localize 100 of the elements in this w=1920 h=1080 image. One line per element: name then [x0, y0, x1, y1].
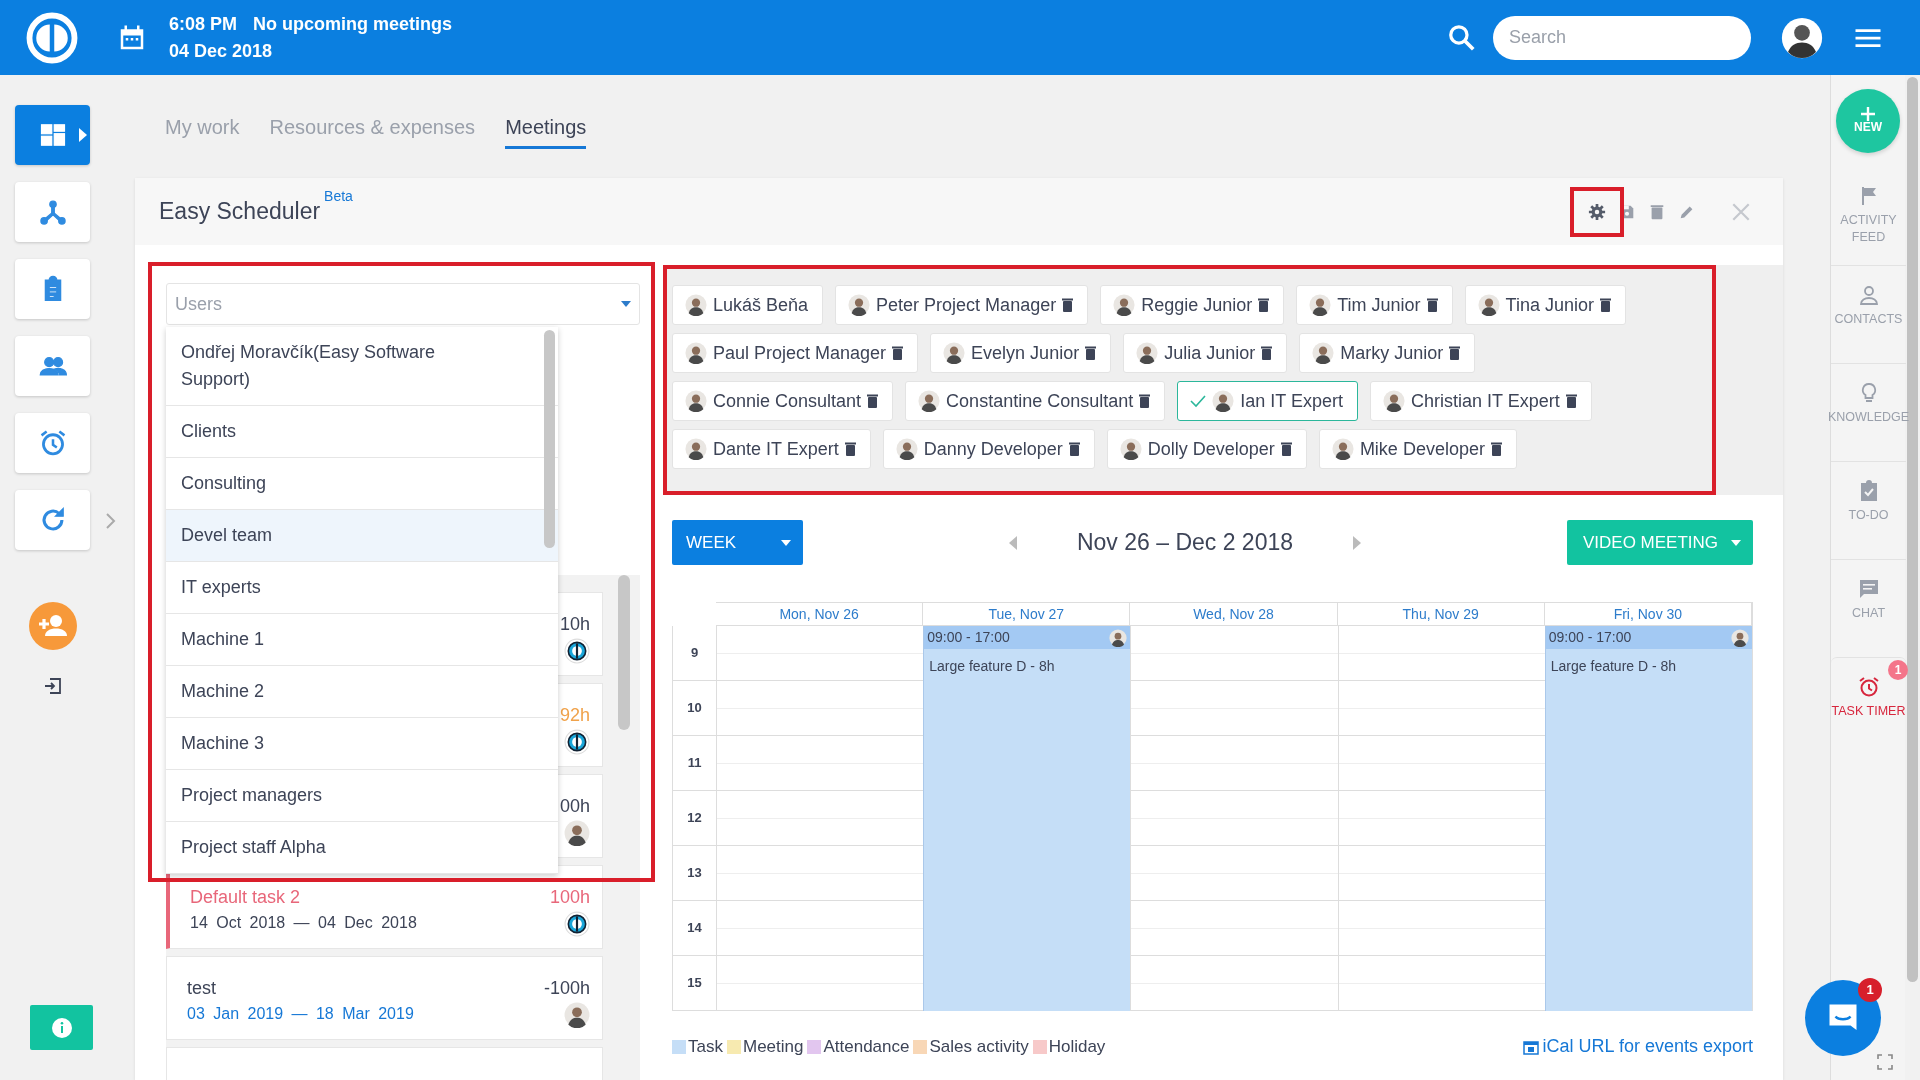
task-card[interactable]: test 03 Jan 2019 — 18 Mar 2019 -100h: [166, 956, 603, 1040]
dropdown-option[interactable]: Devel team: [166, 510, 558, 562]
dropdown-option[interactable]: IT experts: [166, 562, 558, 614]
user-name: Danny Developer: [923, 437, 1063, 461]
chat-icon: [1857, 578, 1880, 600]
calendar-event[interactable]: 09:00 - 17:00 Large feature D - 8h: [1544, 626, 1752, 1011]
avatar-icon: [685, 390, 707, 412]
user-chip[interactable]: Mike Developer: [1318, 429, 1517, 469]
info-button[interactable]: [30, 1005, 93, 1050]
user-chip[interactable]: Connie Consultant: [672, 381, 894, 421]
trash-icon[interactable]: [1261, 346, 1273, 360]
user-chip[interactable]: Peter Project Manager: [835, 285, 1089, 325]
trash-icon[interactable]: [1600, 298, 1611, 312]
user-chip[interactable]: Dante IT Expert: [672, 429, 871, 469]
avatar-icon: [895, 438, 918, 460]
user-chip[interactable]: Ian IT Expert: [1177, 381, 1358, 421]
avatar-icon: [918, 390, 941, 412]
delete-icon: [1648, 202, 1666, 221]
scrollbar-thumb[interactable]: [544, 330, 555, 548]
chevron-icon[interactable]: [105, 512, 117, 530]
trash-icon[interactable]: [1490, 442, 1502, 456]
avatar-icon: [1109, 628, 1128, 647]
dropdown-option[interactable]: Project staff Alpha: [166, 822, 558, 874]
user-name: Evelyn Junior: [971, 341, 1080, 365]
dropdown-option[interactable]: Ondřej Moravčík(Easy Software Support): [166, 327, 558, 406]
user-chip[interactable]: Lukáš Beňa: [672, 285, 824, 325]
nav-button[interactable]: [15, 413, 90, 473]
user-name: Marky Junior: [1340, 341, 1444, 365]
dropdown-option[interactable]: Machine 3: [166, 718, 558, 770]
user-chip[interactable]: Danny Developer: [882, 429, 1095, 469]
trash-icon[interactable]: [1068, 442, 1080, 456]
user-chip[interactable]: Christian IT Expert: [1369, 381, 1592, 421]
day-header: Thu, Nov 29: [1337, 602, 1545, 626]
user-chip[interactable]: Julia Junior: [1123, 333, 1288, 373]
tab[interactable]: Meetings: [505, 108, 587, 149]
nav-button[interactable]: [15, 490, 90, 550]
user-chip[interactable]: Evelyn Junior: [930, 333, 1112, 373]
day-header: Mon, Nov 26: [716, 602, 924, 626]
caret-icon: [781, 539, 791, 546]
select-placeholder: Users: [175, 292, 222, 316]
nav-button[interactable]: [15, 336, 90, 396]
trash-icon[interactable]: [1280, 442, 1292, 456]
dropdown-option[interactable]: Project managers: [166, 770, 558, 822]
dropdown-option[interactable]: Consulting: [166, 458, 558, 510]
user-chip[interactable]: Dolly Developer: [1106, 429, 1307, 469]
nav-button[interactable]: [15, 182, 90, 242]
user-name: Tim Junior: [1337, 293, 1421, 317]
legend-label: Holiday: [1048, 1035, 1106, 1058]
fullscreen-icon[interactable]: [1877, 1054, 1893, 1070]
avatar-icon: [1113, 294, 1136, 316]
logo-icon: [564, 638, 590, 664]
exit-icon[interactable]: [43, 676, 63, 696]
user-name: Mike Developer: [1359, 437, 1485, 461]
calendar-event[interactable]: 09:00 - 17:00 Large feature D - 8h: [923, 626, 1131, 1011]
trash-icon[interactable]: [892, 346, 904, 360]
task-hours: -100h: [543, 977, 590, 1000]
user-chip[interactable]: Paul Project Manager: [672, 333, 919, 373]
user-chip[interactable]: Reggie Junior: [1100, 285, 1285, 325]
avatar-icon[interactable]: [1781, 16, 1823, 59]
caret-icon: [79, 128, 87, 142]
trash-icon[interactable]: [1258, 298, 1270, 312]
trash-icon[interactable]: [1062, 298, 1074, 312]
scrollbar-thumb[interactable]: [618, 575, 630, 730]
date-range: Nov 26 – Dec 2 2018: [1076, 528, 1294, 558]
user-chip[interactable]: Tina Junior: [1464, 285, 1626, 325]
avatar-icon: [685, 438, 707, 460]
trash-icon[interactable]: [1565, 394, 1577, 408]
avatar-icon: [1136, 342, 1159, 364]
user-chip[interactable]: Tim Junior: [1296, 285, 1453, 325]
search-field[interactable]: Search: [1493, 15, 1751, 60]
add-user-icon[interactable]: [29, 602, 77, 650]
avatar-icon: [1731, 628, 1749, 647]
trash-icon[interactable]: [844, 442, 856, 456]
user-chip[interactable]: Constantine Consultant: [905, 381, 1166, 421]
avatar-icon: [564, 1002, 590, 1028]
ical-link[interactable]: iCal URL for events export: [1522, 1033, 1753, 1060]
legend-label: Meeting: [742, 1035, 804, 1058]
nav-button[interactable]: [15, 259, 90, 319]
scrollbar-thumb[interactable]: [1907, 77, 1918, 982]
logo-icon: [564, 911, 590, 937]
trash-icon[interactable]: [1085, 346, 1097, 360]
event-time: 09:00 - 17:00: [1548, 628, 1632, 647]
trash-icon[interactable]: [1139, 394, 1151, 408]
trash-icon[interactable]: [1449, 346, 1461, 360]
trash-icon[interactable]: [1426, 298, 1438, 312]
user-name: Ian IT Expert: [1240, 389, 1343, 413]
dropdown-option[interactable]: Machine 2: [166, 666, 558, 718]
search-icon[interactable]: [1447, 22, 1477, 53]
trash-icon[interactable]: [867, 394, 879, 408]
avatar-icon: [943, 342, 966, 364]
person-icon: [1857, 284, 1880, 306]
view-dropdown-button[interactable]: WEEK: [672, 520, 803, 565]
dropdown-option[interactable]: Clients: [166, 406, 558, 458]
avatar-icon: [1382, 390, 1405, 412]
task-hours: 10h: [559, 613, 590, 636]
notification-badge: 1: [1888, 660, 1908, 680]
user-chip[interactable]: Marky Junior: [1299, 333, 1476, 373]
nav-button[interactable]: [15, 105, 90, 165]
event-title: Large feature D - 8h: [1549, 657, 1678, 676]
dropdown-option[interactable]: Machine 1: [166, 614, 558, 666]
